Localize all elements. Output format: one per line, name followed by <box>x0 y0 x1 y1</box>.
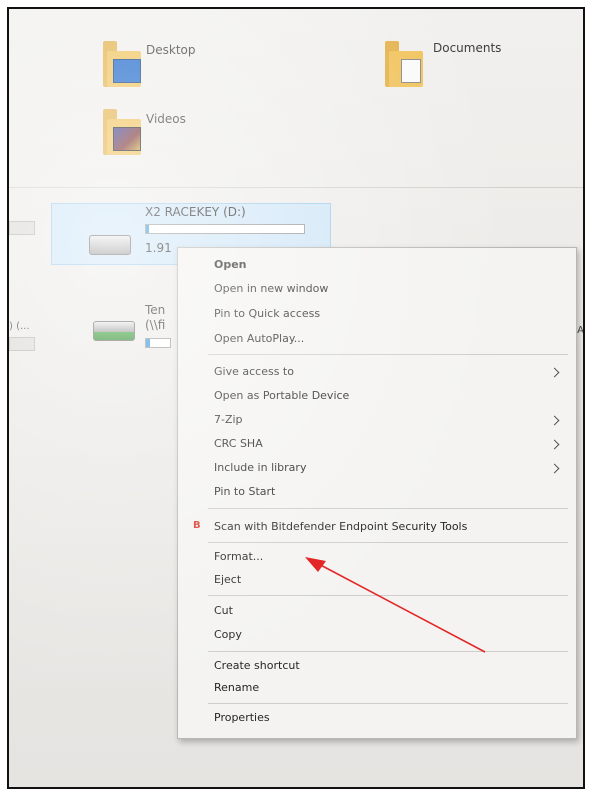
photo-frame: Desktop Documents Videos ) (... aA... X2… <box>7 7 585 789</box>
annotation-arrow <box>305 557 486 653</box>
